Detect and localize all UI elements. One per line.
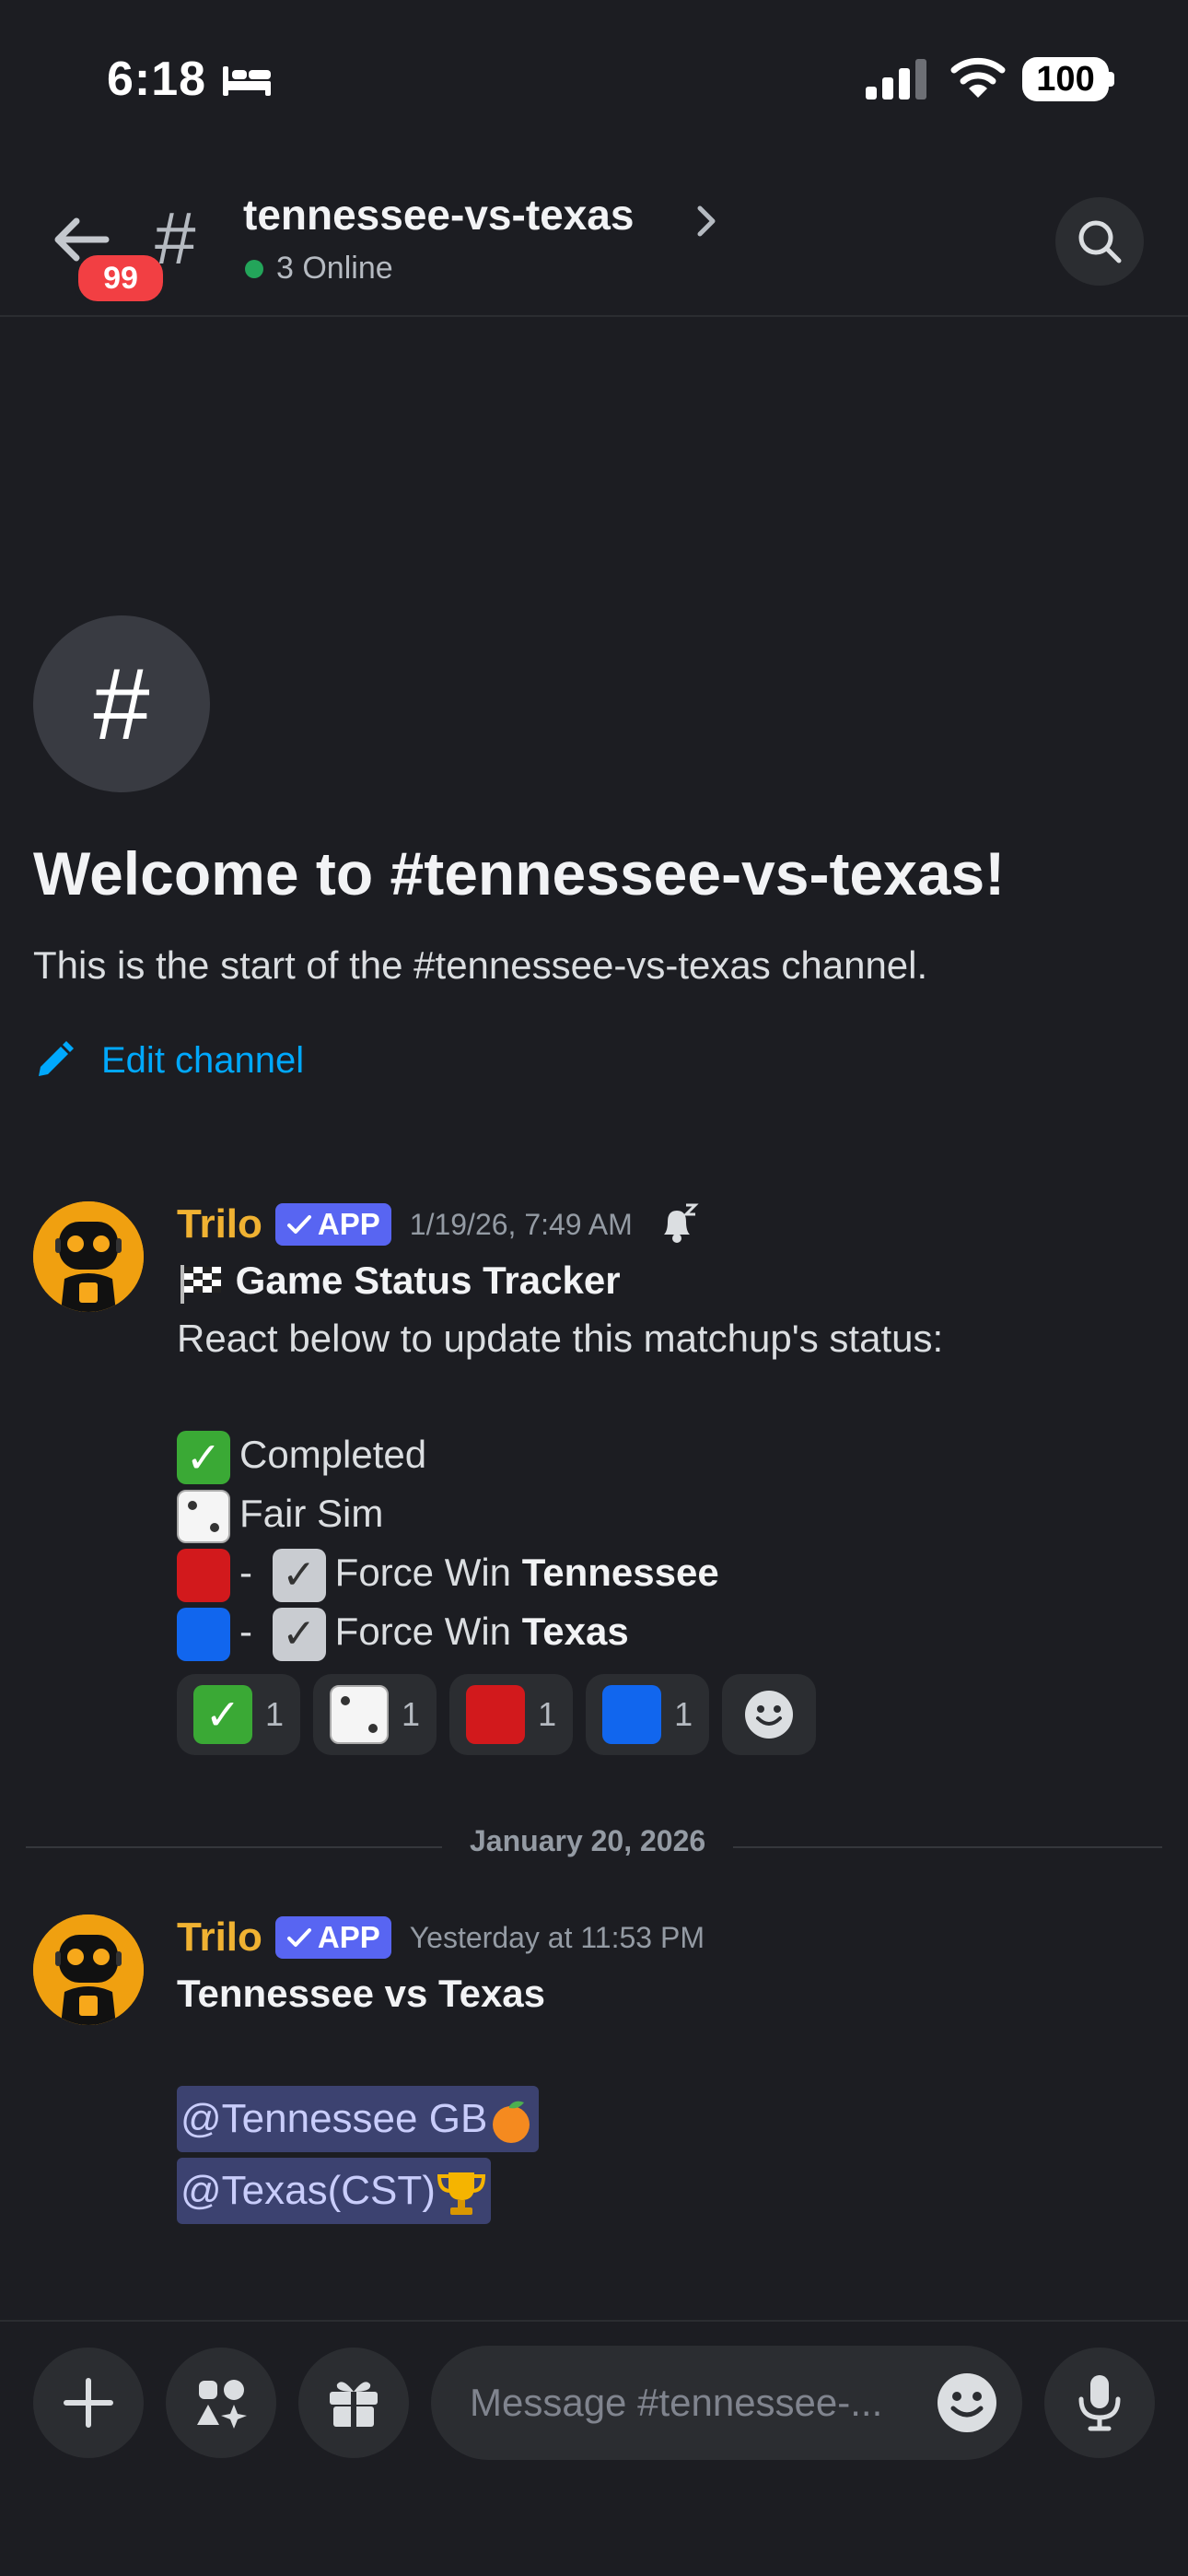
message-title: Game Status Tracker bbox=[235, 1259, 621, 1302]
message-input-placeholder: Message #tennessee-... bbox=[470, 2381, 883, 2424]
cellular-signal-icon bbox=[866, 59, 926, 100]
app-tag: APP bbox=[274, 1916, 391, 1959]
checkmark-icon bbox=[286, 1215, 311, 1234]
voice-message-button[interactable] bbox=[1044, 2348, 1155, 2458]
wifi-icon bbox=[950, 57, 1006, 98]
tangerine-icon bbox=[493, 2102, 530, 2144]
welcome-title: Welcome to #tennessee-vs-texas! bbox=[33, 839, 1006, 907]
edit-channel-button[interactable]: Edit channel bbox=[33, 1039, 304, 1082]
list-item: - ✓ Force Win Tennessee bbox=[177, 1543, 943, 1602]
checkmark-icon bbox=[286, 1928, 311, 1947]
message-intro: React below to update this matchup's sta… bbox=[177, 1317, 944, 1360]
game-die-icon bbox=[330, 1684, 390, 1744]
sleep-focus-icon bbox=[223, 66, 271, 96]
status-time: 6:18 bbox=[107, 53, 207, 106]
avatar[interactable] bbox=[33, 1201, 144, 1312]
plus-icon bbox=[64, 2378, 113, 2428]
red-square-icon bbox=[466, 1684, 526, 1744]
checkered-flag-icon bbox=[181, 1264, 221, 1304]
robot-avatar-icon bbox=[33, 1201, 144, 1312]
battery-cap bbox=[1109, 72, 1114, 87]
robot-avatar-icon bbox=[33, 1914, 144, 2025]
channel-hash-icon: # bbox=[33, 615, 210, 792]
reaction-check-mark[interactable]: ✓ 1 bbox=[177, 1673, 301, 1755]
list-item: Fair Sim bbox=[177, 1484, 943, 1543]
reaction-game-die[interactable]: 1 bbox=[313, 1673, 437, 1755]
channel-name[interactable]: tennessee-vs-texas bbox=[243, 190, 634, 240]
welcome-subtitle: This is the start of the #tennessee-vs-t… bbox=[33, 943, 928, 987]
chevron-right-icon[interactable] bbox=[693, 205, 718, 238]
search-icon bbox=[1078, 220, 1122, 263]
microphone-icon bbox=[1078, 2375, 1121, 2431]
list-item: ✓ Completed bbox=[177, 1425, 943, 1484]
message-author[interactable]: Trilo bbox=[177, 1914, 262, 1961]
blue-square-icon bbox=[602, 1684, 662, 1744]
gift-button[interactable] bbox=[298, 2348, 409, 2458]
mention-texas[interactable]: @Texas(CST) bbox=[177, 2158, 491, 2224]
composer-divider bbox=[0, 2320, 1188, 2322]
add-reaction-button[interactable] bbox=[722, 1673, 817, 1755]
smiley-icon bbox=[745, 1690, 794, 1739]
message-author[interactable]: Trilo bbox=[177, 1201, 262, 1247]
battery-indicator: 100 bbox=[1022, 57, 1109, 101]
reaction-blue-square[interactable]: 1 bbox=[586, 1673, 710, 1755]
online-count: 3 Online bbox=[276, 251, 393, 286]
online-status-dot bbox=[245, 260, 263, 278]
red-square-icon bbox=[177, 1548, 230, 1602]
game-die-icon bbox=[177, 1489, 230, 1543]
header-divider bbox=[0, 315, 1188, 317]
channel-hash-icon: # bbox=[155, 197, 196, 279]
message-timestamp: Yesterday at 11:53 PM bbox=[409, 1920, 705, 1954]
ballot-box-check-icon: ✓ bbox=[272, 1548, 326, 1602]
app-tag-label: APP bbox=[317, 1207, 380, 1241]
list-item: - ✓ Force Win Texas bbox=[177, 1602, 943, 1661]
mention-tennessee[interactable]: @Tennessee GB bbox=[177, 2086, 540, 2152]
check-mark-button-icon: ✓ bbox=[193, 1684, 252, 1744]
bell-snooze-icon bbox=[663, 1203, 699, 1243]
blue-square-icon bbox=[177, 1607, 230, 1661]
gift-icon bbox=[330, 2382, 378, 2427]
message-input[interactable]: Message #tennessee-... bbox=[431, 2346, 1022, 2460]
pencil-icon bbox=[39, 1041, 74, 1076]
apps-button[interactable] bbox=[166, 2348, 276, 2458]
avatar[interactable] bbox=[33, 1914, 144, 2025]
apps-icon bbox=[197, 2380, 247, 2429]
message-timestamp: 1/19/26, 7:49 AM bbox=[409, 1207, 633, 1241]
trophy-icon bbox=[437, 2172, 485, 2216]
app-tag: APP bbox=[274, 1203, 391, 1246]
emoji-picker-icon[interactable] bbox=[936, 2371, 998, 2434]
unread-badge: 99 bbox=[74, 251, 168, 306]
edit-channel-label: Edit channel bbox=[101, 1039, 305, 1081]
app-tag-label: APP bbox=[317, 1920, 380, 1954]
date-divider-label: January 20, 2026 bbox=[442, 1824, 734, 1858]
ballot-box-check-icon: ✓ bbox=[272, 1607, 326, 1661]
attach-button[interactable] bbox=[33, 2348, 144, 2458]
check-mark-button-icon: ✓ bbox=[177, 1430, 230, 1484]
search-button[interactable] bbox=[1055, 197, 1144, 286]
message-title: Tennessee vs Texas bbox=[177, 1972, 546, 2015]
reaction-red-square[interactable]: 1 bbox=[449, 1673, 574, 1755]
